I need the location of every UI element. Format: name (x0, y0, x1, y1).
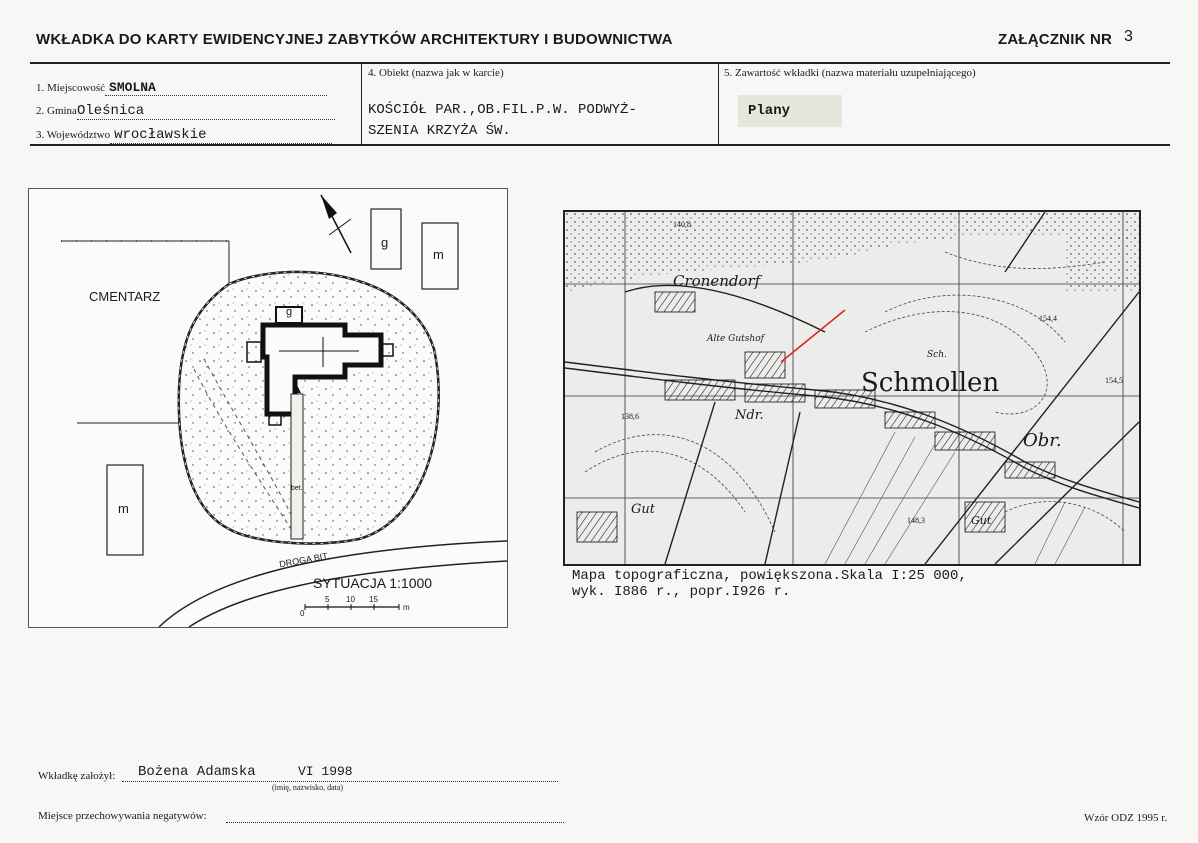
concrete-path (290, 393, 304, 540)
map-label-gutshof: Alte Gutshof (707, 334, 764, 344)
form-title: WKŁADKA DO KARTY EWIDENCYJNEJ ZABYTKÓW A… (36, 31, 673, 48)
scale-tick-5: 5 (325, 595, 330, 604)
negatives-label: Miejsce przechowywania negatywów: (38, 810, 207, 822)
forest-area-east (1065, 232, 1139, 292)
object-value-line1: KOŚCIÓŁ PAR.,OB.FIL.P.W. PODWYŻ- (368, 102, 637, 118)
content-label: 5. Zawartość wkładki (nazwa materiału uz… (724, 67, 976, 79)
annex-label: ZAŁĄCZNIK NR (998, 31, 1113, 48)
town-label: Schmollen (861, 368, 1000, 398)
object-value-line2: SZENIA KRZYŻA ŚW. (368, 123, 511, 139)
content-value: Plany (738, 95, 842, 127)
scale-tick-0: 0 (300, 609, 305, 618)
place-value: SMOLNA (105, 80, 328, 96)
header-rule-top (30, 62, 1170, 64)
site-plan: CMENTARZ g g m m bet. DROGA BIT. SYTUACJ… (28, 188, 508, 628)
map-label-sch: Sch. (927, 350, 947, 360)
voivodeship-label: 3. Województwo (36, 129, 111, 141)
north-arrow-head (321, 195, 337, 219)
map-label-obr: Obr. (1023, 430, 1062, 451)
column-divider-1 (361, 63, 362, 145)
building-g-label: g (381, 235, 389, 250)
map-label-gut-west: Gut (631, 502, 655, 517)
scale-unit: m (403, 603, 410, 612)
object-label: 4. Obiekt (nazwa jak w karcie) (368, 67, 504, 79)
place-label: 1. Miejscowość (36, 82, 106, 94)
header-rule-bottom (30, 144, 1170, 146)
building-m-label-top: m (433, 247, 444, 262)
map-label-gut-east: Gut (971, 514, 992, 527)
map-caption-line1: Mapa topograficzna, powiększona.Skala I:… (572, 568, 967, 584)
road-edge-outer (188, 560, 507, 627)
churchyard-outline (177, 270, 440, 545)
voivodeship-row: 3. Województwo wrocławskie (36, 127, 348, 144)
commune-row: 2. GminaOleśnica (36, 103, 348, 120)
author-date: VI 1998 (298, 764, 353, 779)
map-caption-line2: wyk. I886 r., popr.I926 r. (572, 584, 791, 600)
scale-tick-15: 15 (369, 595, 378, 604)
map-label-ndr: Ndr. (735, 408, 764, 423)
elevation-5: 148,3 (907, 516, 925, 525)
sacristy-label: g (286, 306, 293, 318)
path-label: bet. (291, 485, 303, 492)
elevation-2: 138,6 (621, 412, 639, 421)
cemetery-label: CMENTARZ (89, 289, 161, 304)
commune-value: Oleśnica (76, 103, 335, 120)
elevation-4: 154,5 (1105, 376, 1123, 385)
author-dotted-line (122, 781, 558, 782)
column-divider-2 (718, 63, 719, 145)
commune-label: 2. Gmina (36, 105, 77, 117)
topographic-map: Schmollen Cronendorf Alte Gutshof Ndr. O… (563, 210, 1141, 566)
negatives-dotted-line (226, 822, 564, 823)
form-id: Wzór ODZ 1995 r. (1084, 812, 1168, 824)
author-value: Bożena Adamska (138, 764, 256, 780)
scale-tick-10: 10 (346, 595, 355, 604)
building-m-label-left: m (118, 501, 129, 516)
author-label: Wkładkę założył: (38, 770, 116, 782)
elevation-1: 140,8 (673, 220, 691, 229)
author-hint: (imię, nazwisko, data) (272, 783, 344, 792)
village-label: Cronendorf (673, 272, 761, 290)
voivodeship-value: wrocławskie (110, 127, 333, 144)
place-row: 1. Miejscowość SMOLNA (36, 80, 348, 96)
annex-number: 3 (1124, 28, 1133, 45)
scale-title: SYTUACJA 1:1000 (313, 575, 433, 591)
elevation-3: 154,4 (1039, 314, 1057, 323)
